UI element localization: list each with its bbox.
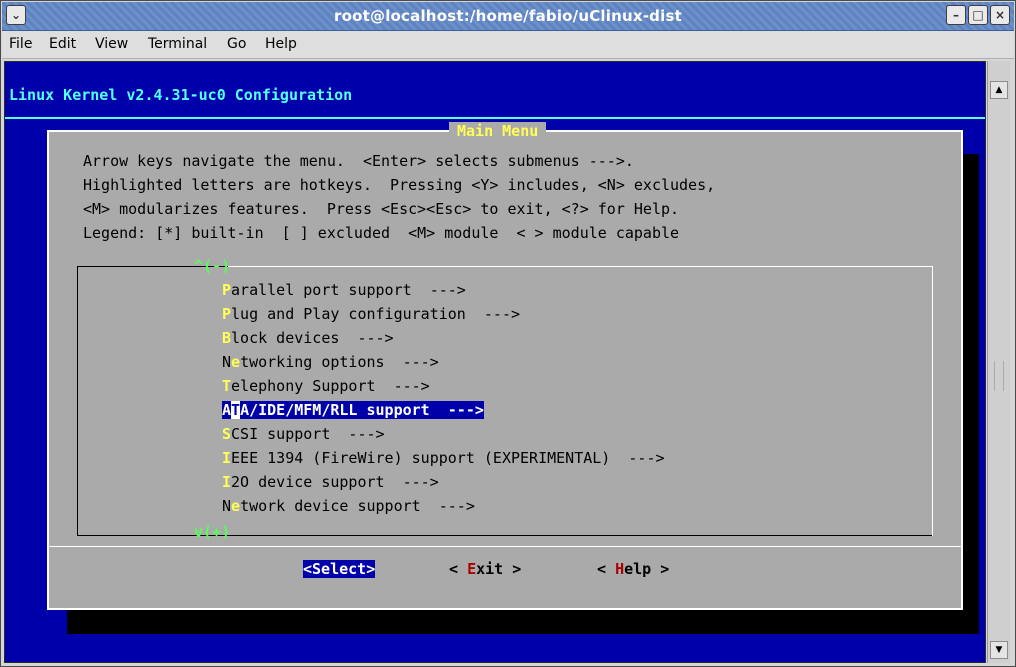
menu-file[interactable]: File — [9, 36, 32, 52]
scroll-down-indicator: v(+) — [194, 523, 231, 541]
menu-help[interactable]: Help — [265, 36, 297, 52]
help-line-3: <M> modularizes features. Press <Esc><Es… — [83, 200, 680, 218]
menu-item-parallel-port[interactable]: Parallel port support ---> — [222, 281, 466, 299]
main-menu-dialog: Main Menu Arrow keys navigate the menu. … — [47, 122, 963, 610]
menu-bar: File Edit View Terminal Go Help — [2, 31, 1014, 59]
menu-go[interactable]: Go — [227, 36, 246, 52]
menu-item-scsi[interactable]: SCSI support ---> — [222, 425, 385, 443]
exit-button[interactable]: < Exit > — [449, 560, 521, 578]
title-divider — [5, 117, 985, 119]
terminal-scrollbar[interactable]: ▲ ▼ — [987, 61, 1010, 663]
menu-edit[interactable]: Edit — [49, 36, 76, 52]
menu-item-ieee1394[interactable]: IEEE 1394 (FireWire) support (EXPERIMENT… — [222, 449, 665, 467]
menu-item-network-device[interactable]: Network device support ---> — [222, 497, 475, 515]
help-button[interactable]: < Help > — [597, 560, 669, 578]
minimize-icon[interactable]: – — [946, 5, 966, 25]
help-line-4: Legend: [*] built-in [ ] excluded <M> mo… — [83, 224, 680, 242]
title-bar[interactable]: ⌄ root@localhost:/home/fabio/uClinux-dis… — [2, 2, 1014, 31]
menu-view[interactable]: View — [95, 36, 128, 52]
close-icon[interactable]: × — [990, 5, 1010, 25]
menu-item-ata-ide[interactable]: ATA/IDE/MFM/RLL support ---> — [222, 401, 484, 419]
window-title: root@localhost:/home/fabio/uClinux-dist — [334, 7, 682, 25]
terminal-window: ⌄ root@localhost:/home/fabio/uClinux-dis… — [0, 0, 1016, 667]
terminal-screen[interactable]: Linux Kernel v2.4.31-uc0 Configuration M… — [4, 61, 986, 663]
menu-item-telephony[interactable]: Telephony Support ---> — [222, 377, 430, 395]
config-title: Linux Kernel v2.4.31-uc0 Configuration — [9, 86, 353, 104]
scroll-up-arrow-icon[interactable]: ▲ — [990, 81, 1008, 99]
menu-item-block-devices[interactable]: Block devices ---> — [222, 329, 394, 347]
help-line-1: Arrow keys navigate the menu. <Enter> se… — [83, 152, 634, 170]
menu-item-plug-and-play[interactable]: Plug and Play configuration ---> — [222, 305, 520, 323]
help-line-2: Highlighted letters are hotkeys. Pressin… — [83, 176, 716, 194]
dialog-title: Main Menu — [449, 122, 547, 140]
scroll-up-indicator: ^(-) — [194, 257, 231, 275]
menu-item-networking-options[interactable]: Networking options ---> — [222, 353, 439, 371]
button-divider — [49, 546, 961, 547]
menu-item-i2o[interactable]: I2O device support ---> — [222, 473, 439, 491]
maximize-icon[interactable]: □ — [968, 5, 988, 25]
menu-terminal[interactable]: Terminal — [148, 36, 207, 52]
scrollbar-grip[interactable] — [994, 361, 1004, 391]
scroll-down-arrow-icon[interactable]: ▼ — [990, 641, 1008, 659]
menu-list-box: ^(-) v(+) Parallel port support ---> Plu… — [77, 257, 933, 541]
select-button[interactable]: <Select> — [303, 560, 376, 578]
